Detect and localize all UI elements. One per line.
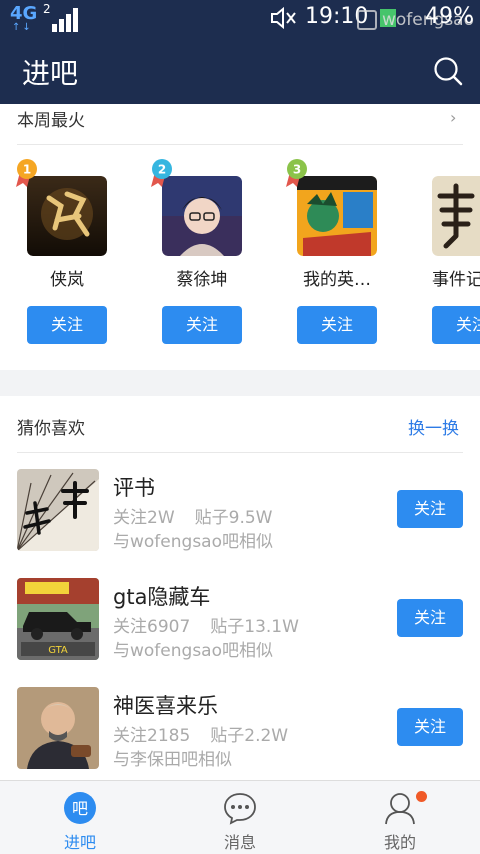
forum-thumbnail [17, 687, 99, 769]
nav-label: 我的 [383, 833, 416, 852]
nav-label: 消息 [223, 833, 256, 852]
recommend-section: 猜你喜欢 换一换 评书 关注2W 贴子9.5W 与wofengsao吧相似 关注 … [0, 396, 480, 780]
forum-stats: 关注2W 贴子9.5W [113, 503, 272, 528]
nav-tab-profile[interactable]: 我的 [320, 781, 480, 854]
follower-count: 关注2185 [113, 726, 191, 746]
notification-badge [416, 791, 427, 802]
svg-text:3: 3 [293, 163, 301, 177]
rank-badge-2: 2 [151, 159, 172, 187]
forum-stats: 关注2185 贴子2.2W [113, 721, 288, 746]
list-item[interactable]: 神医喜来乐 关注2185 贴子2.2W 与李保田吧相似 关注 [0, 687, 480, 779]
forum-thumbnail: GTA [17, 578, 99, 660]
rank-badge-3: 3 [286, 159, 307, 187]
hot-this-week-section: 本周最火 › 1 侠岚 关注 2 蔡徐坤 关注 3 我的英… 关注 事件记 关注 [0, 104, 480, 370]
post-count: 贴子9.5W [194, 508, 273, 528]
forum-name: 事件记 [432, 270, 480, 290]
forum-stats: 关注6907 贴子13.1W [113, 612, 299, 637]
data-activity-icon: ↑↓ [12, 22, 33, 33]
svg-text:GTA: GTA [48, 645, 68, 656]
rank-badge-1: 1 [16, 159, 37, 187]
forum-avatar [162, 176, 242, 256]
forum-avatar [432, 176, 480, 256]
list-item[interactable]: 评书 关注2W 贴子9.5W 与wofengsao吧相似 关注 [0, 469, 480, 561]
nav-tab-messages[interactable]: 消息 [160, 781, 320, 854]
bottom-navigation: 吧 进吧 消息 我的 [0, 780, 480, 854]
post-count: 贴子2.2W [210, 726, 289, 746]
forum-name: 评书 [113, 476, 155, 500]
follow-button[interactable]: 关注 [397, 599, 463, 637]
follow-button[interactable]: 关注 [397, 490, 463, 528]
list-item[interactable]: GTA gta隐藏车 关注6907 贴子13.1W 与wofengsao吧相似 关… [0, 578, 480, 670]
follow-button[interactable]: 关注 [162, 306, 242, 344]
forum-name: 我的英… [303, 270, 371, 290]
page-title: 进吧 [22, 57, 79, 90]
divider [17, 452, 463, 453]
similar-note: 与李保田吧相似 [113, 750, 232, 770]
forum-avatar [297, 176, 377, 256]
search-icon[interactable] [433, 56, 463, 86]
follower-count: 关注6907 [113, 617, 191, 637]
forum-name: gta隐藏车 [113, 585, 211, 609]
section-title: 本周最火 [17, 111, 85, 131]
nav-tab-enter-ba[interactable]: 吧 进吧 [0, 781, 160, 854]
svg-text:1: 1 [23, 163, 31, 177]
svg-text:2: 2 [158, 163, 166, 177]
status-bar: 4G ↑↓ 2 19:10 wofengsao 49% [0, 0, 480, 38]
follow-button[interactable]: 关注 [297, 306, 377, 344]
section-title: 猜你喜欢 [17, 419, 85, 439]
chevron-right-icon[interactable]: › [450, 108, 456, 127]
similar-note: 与wofengsao吧相似 [113, 532, 273, 552]
signal-icon [44, 8, 78, 32]
watermark-logo [357, 10, 377, 30]
forum-name: 神医喜来乐 [113, 694, 218, 718]
mute-icon [271, 6, 296, 30]
app-header: 4G ↑↓ 2 19:10 wofengsao 49% 进吧 [0, 0, 480, 104]
nav-label: 进吧 [63, 833, 96, 852]
follow-button[interactable]: 关注 [27, 306, 107, 344]
forum-name: 蔡徐坤 [176, 270, 228, 290]
forum-avatar [27, 176, 107, 256]
profile-icon [385, 793, 415, 825]
ba-icon: 吧 [64, 792, 96, 824]
message-icon [224, 793, 256, 825]
battery-percent: 49% [425, 4, 474, 29]
svg-text:吧: 吧 [72, 799, 88, 818]
forum-name: 侠岚 [50, 270, 84, 290]
forum-thumbnail [17, 469, 99, 551]
post-count: 贴子13.1W [210, 617, 299, 637]
refresh-button[interactable]: 换一换 [408, 414, 459, 439]
follow-button[interactable]: 关注 [432, 306, 480, 344]
follower-count: 关注2W [113, 508, 175, 528]
follow-button[interactable]: 关注 [397, 708, 463, 746]
similar-note: 与wofengsao吧相似 [113, 641, 273, 661]
network-type: 4G [10, 3, 38, 24]
divider [17, 144, 463, 145]
